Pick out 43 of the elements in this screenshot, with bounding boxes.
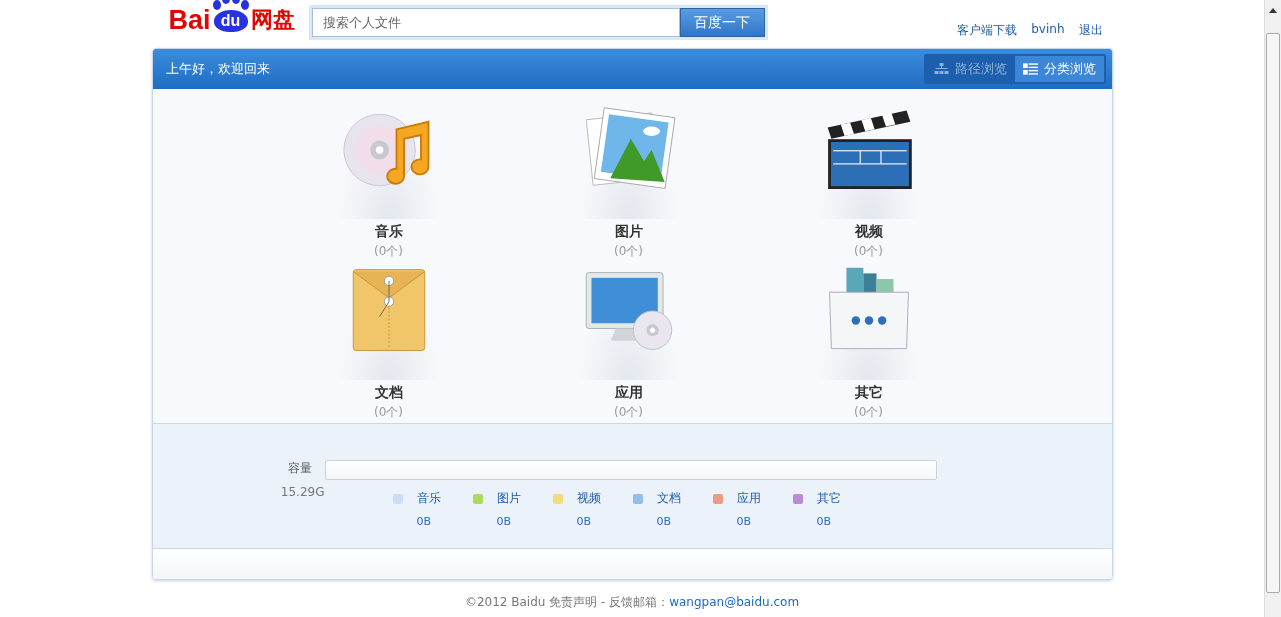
scroll-up-icon[interactable] (1269, 8, 1277, 13)
view-tab[interactable]: 分类浏览 (1014, 56, 1104, 82)
file-count: (0个) (854, 243, 883, 260)
email-link[interactable]: wangpan@baidu.com (669, 595, 800, 609)
legend-label: 其它 (816, 490, 841, 507)
legend-size: 0B (576, 515, 593, 528)
category-label[interactable]: 图片 (614, 223, 643, 241)
category-label[interactable]: 应用 (614, 384, 643, 402)
legend-label: 图片 (496, 490, 521, 507)
file-count: (0个) (614, 404, 643, 421)
paw-logo: du (210, 0, 251, 34)
footer-text: ©2012 Baidu 免责声明 - 反馈邮箱： (464, 595, 670, 609)
category-label[interactable]: 视频 (854, 223, 883, 241)
file-count: (0个) (374, 404, 403, 421)
hierarchy-icon (933, 63, 949, 75)
legend-size: 0B (736, 515, 753, 528)
category-label[interactable]: 其它 (854, 384, 883, 402)
file-count: (0个) (854, 404, 883, 421)
legend-label: 音乐 (416, 490, 441, 507)
legend-label: 视频 (576, 490, 601, 507)
header-link[interactable]: 退出 (1078, 22, 1103, 39)
legend-size: 0B (496, 515, 513, 528)
legend-label: 文档 (656, 490, 681, 507)
list-icon (1022, 63, 1038, 75)
file-count: (0个) (374, 243, 403, 260)
scroll-thumb[interactable] (1266, 33, 1280, 593)
logo-text: Bai (168, 6, 211, 34)
legend-size: 0B (416, 515, 433, 528)
logo-text: 网盘 (250, 6, 295, 34)
search-field[interactable]: 搜索个人文件 (311, 8, 680, 37)
capacity-total: 15.29G (280, 485, 325, 499)
legend-size: 0B (656, 515, 673, 528)
legend-size: 0B (816, 515, 833, 528)
header-link[interactable]: 客户端下载 (957, 22, 1018, 39)
greeting-text: 上午好，欢迎回来 (165, 60, 270, 78)
header-link[interactable]: bvinh (1031, 22, 1065, 39)
scrollbar[interactable] (1264, 0, 1281, 617)
file-count: (0个) (614, 243, 643, 260)
capacity-label: 容量 (287, 460, 312, 477)
category-label[interactable]: 文档 (374, 384, 403, 402)
search-button[interactable]: 百度一下 (679, 8, 765, 37)
category-label[interactable]: 音乐 (374, 223, 403, 241)
legend-label: 应用 (736, 490, 761, 507)
